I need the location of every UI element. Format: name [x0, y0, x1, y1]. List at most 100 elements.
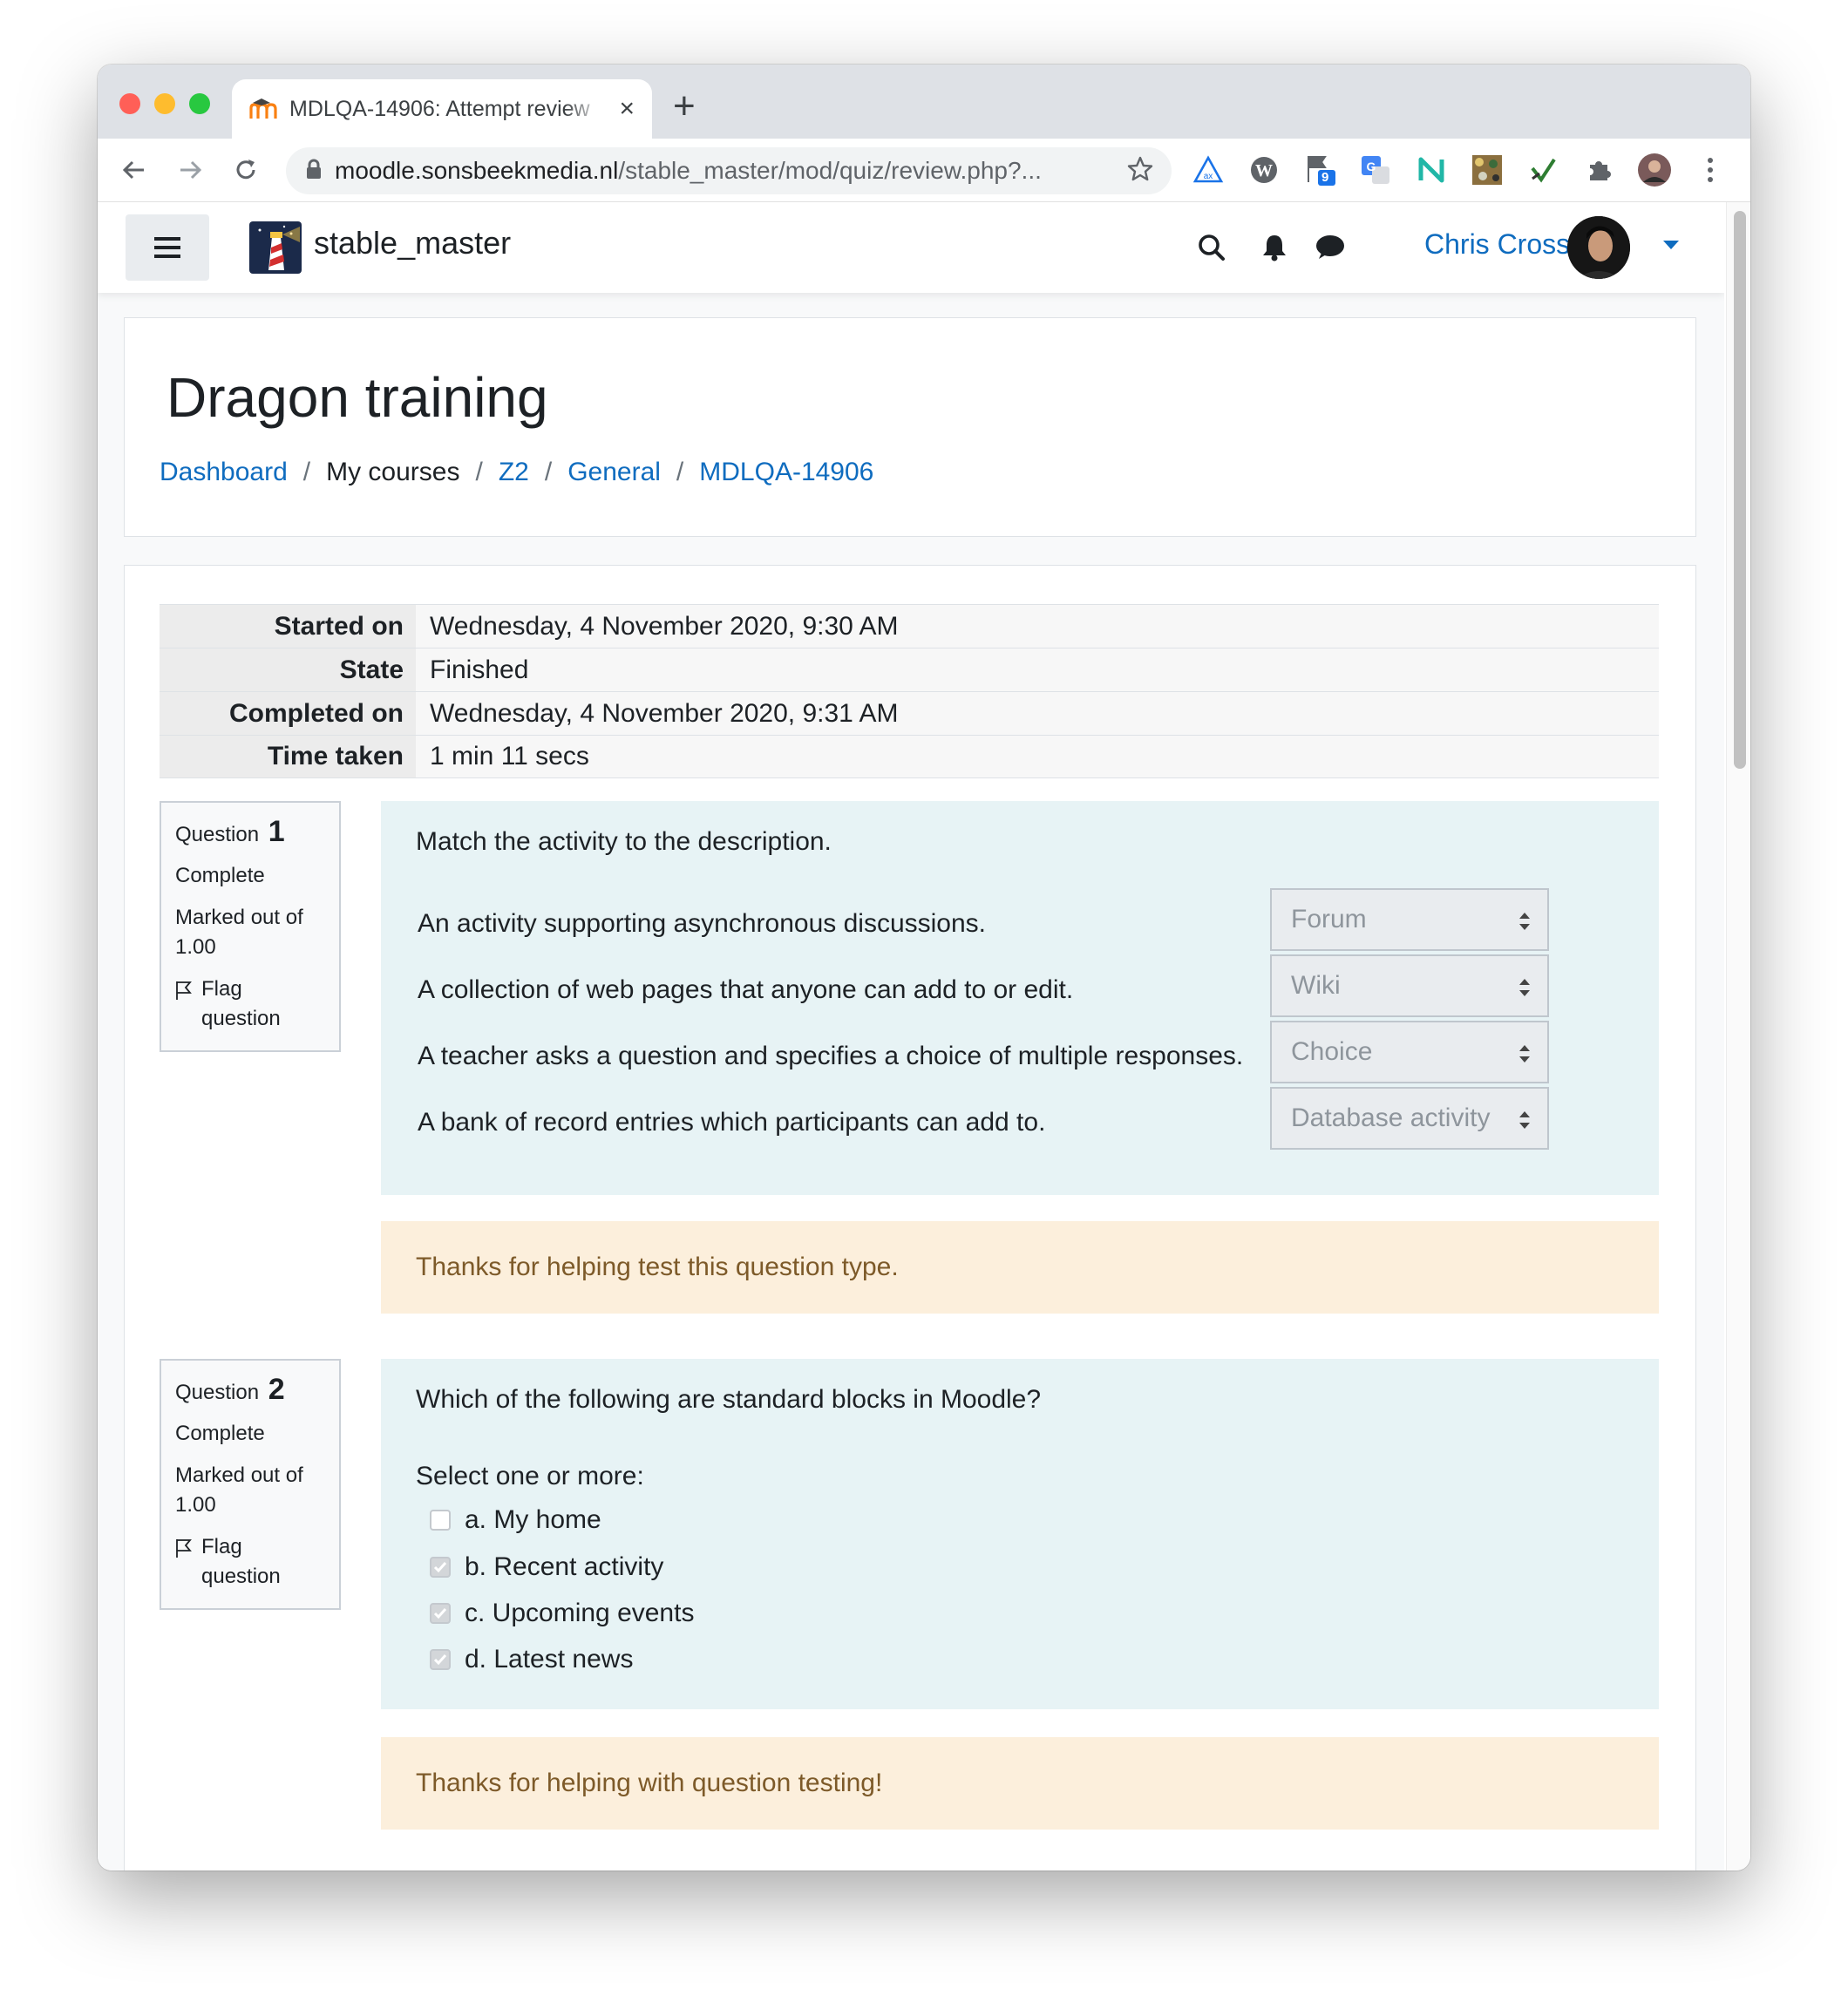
tab-title: MDLQA-14906: Attempt review: [289, 96, 590, 121]
match-stem: A bank of record entries which participa…: [418, 1108, 1046, 1137]
breadcrumb-item-dashboard[interactable]: Dashboard: [160, 458, 288, 487]
browser-toolbar: moodle.sonsbeekmedia.nl/stable_master/mo…: [98, 139, 1750, 202]
forward-arrow-icon[interactable]: [171, 151, 209, 189]
bookmark-star-icon[interactable]: [1126, 155, 1154, 187]
summary-label: State: [160, 648, 416, 691]
question-1-feedback: Thanks for helping test this question ty…: [381, 1221, 1659, 1314]
svg-text:ax: ax: [1204, 172, 1213, 181]
answer-option: b. Recent activity: [430, 1552, 663, 1582]
answer-checkbox[interactable]: [430, 1510, 451, 1531]
moodle-navbar: stable_master Chris Cross: [98, 202, 1724, 293]
extension-badge: 9: [1321, 170, 1329, 185]
question-1-info: Question 1 Complete Marked out of 1.00 F…: [160, 801, 341, 1052]
site-logo[interactable]: [249, 221, 302, 274]
attempt-summary-table: Started on Wednesday, 4 November 2020, 9…: [160, 604, 1659, 778]
summary-value: 1 min 11 secs: [416, 736, 1659, 777]
page-header: Dragon training Dashboard / My courses /…: [124, 317, 1696, 537]
answer-checkbox-checked[interactable]: [430, 1603, 451, 1624]
tab-strip: MDLQA-14906: Attempt review × +: [98, 65, 1750, 139]
question-marks: Marked out of 1.00: [175, 1463, 303, 1517]
user-avatar[interactable]: [1567, 216, 1630, 279]
match-select[interactable]: Database activity: [1270, 1087, 1549, 1150]
wordpress-extension-icon[interactable]: W: [1247, 153, 1281, 187]
course-title: Dragon training: [166, 366, 548, 429]
summary-row: State Finished: [160, 648, 1659, 691]
search-icon[interactable]: [1192, 228, 1231, 267]
messages-chat-icon[interactable]: [1311, 228, 1349, 267]
svg-text:G: G: [1367, 160, 1376, 173]
svg-text:W: W: [1255, 161, 1273, 180]
user-name[interactable]: Chris Cross: [1424, 228, 1570, 261]
summary-value: Wednesday, 4 November 2020, 9:30 AM: [416, 605, 1659, 648]
checkmark-icon: [433, 1608, 447, 1619]
question-1-formulation: Match the activity to the description. A…: [381, 801, 1659, 1195]
address-bar[interactable]: moodle.sonsbeekmedia.nl/stable_master/mo…: [286, 147, 1172, 194]
match-stem: A collection of web pages that anyone ca…: [418, 975, 1074, 1004]
question-text: Match the activity to the description.: [416, 827, 832, 856]
answer-checkbox-checked[interactable]: [430, 1649, 451, 1670]
select-arrows-icon: [1519, 979, 1530, 996]
tab-close-icon[interactable]: ×: [619, 94, 635, 124]
summary-label: Time taken: [160, 736, 416, 777]
match-select[interactable]: Choice: [1270, 1021, 1549, 1083]
user-menu-dropdown-icon[interactable]: [1663, 241, 1679, 249]
breadcrumb-separator: /: [475, 458, 483, 486]
n-extension-icon[interactable]: [1414, 153, 1449, 187]
page-scrollbar[interactable]: [1726, 202, 1750, 1871]
summary-value: Wednesday, 4 November 2020, 9:31 AM: [416, 692, 1659, 735]
answer-checkbox-checked[interactable]: [430, 1557, 451, 1578]
question-marks: Marked out of 1.00: [175, 906, 303, 959]
answer-option: a. My home: [430, 1505, 601, 1535]
flag-icon: [176, 981, 192, 1000]
hamburger-icon: [154, 237, 180, 258]
breadcrumb-item-mdlqa-14906[interactable]: MDLQA-14906: [699, 458, 873, 487]
checkmark-extension-icon[interactable]: [1525, 153, 1560, 187]
new-tab-button[interactable]: +: [673, 85, 696, 127]
minimize-window-button[interactable]: [154, 93, 175, 114]
back-arrow-icon[interactable]: [115, 151, 153, 189]
match-select[interactable]: Forum: [1270, 888, 1549, 951]
notifications-bell-icon[interactable]: [1255, 228, 1294, 267]
profile-avatar-icon[interactable]: [1637, 153, 1672, 187]
breadcrumb-item-z2[interactable]: Z2: [499, 458, 529, 487]
question-2-info: Question 2 Complete Marked out of 1.00 F…: [160, 1359, 341, 1610]
accessibility-extension-icon[interactable]: ax: [1191, 153, 1226, 187]
question-text: Which of the following are standard bloc…: [416, 1385, 1042, 1414]
site-name[interactable]: stable_master: [314, 225, 511, 261]
question-2-formulation: Which of the following are standard bloc…: [381, 1359, 1659, 1709]
flag-question-button[interactable]: Flag question: [175, 1532, 339, 1592]
summary-row: Completed on Wednesday, 4 November 2020,…: [160, 691, 1659, 735]
quiz-review-region: Started on Wednesday, 4 November 2020, 9…: [124, 565, 1696, 1871]
reload-icon[interactable]: [227, 151, 265, 189]
moodle-favicon-icon: [249, 95, 277, 123]
checkmark-icon: [433, 1562, 447, 1573]
match-stem: A teacher asks a question and specifies …: [418, 1042, 1244, 1070]
match-select[interactable]: Wiki: [1270, 954, 1549, 1017]
breadcrumb-separator: /: [302, 458, 311, 486]
url-text: moodle.sonsbeekmedia.nl/stable_master/mo…: [335, 157, 1042, 184]
close-window-button[interactable]: [119, 93, 140, 114]
breadcrumb-separator: /: [676, 458, 684, 486]
select-arrows-icon: [1519, 1045, 1530, 1063]
summary-row: Started on Wednesday, 4 November 2020, 9…: [160, 604, 1659, 648]
browser-tab[interactable]: MDLQA-14906: Attempt review ×: [232, 79, 652, 139]
flag-extension-icon[interactable]: 9: [1302, 153, 1337, 187]
flag-icon: [176, 1539, 192, 1558]
question-state: Complete: [175, 1422, 265, 1445]
puzzle-extensions-icon[interactable]: [1581, 153, 1616, 187]
breadcrumb: Dashboard / My courses / Z2 / General / …: [160, 458, 873, 487]
checkmark-icon: [433, 1654, 447, 1666]
breadcrumb-item-general[interactable]: General: [567, 458, 661, 487]
pattern-extension-icon[interactable]: [1470, 153, 1505, 187]
maximize-window-button[interactable]: [189, 93, 210, 114]
summary-value: Finished: [416, 648, 1659, 691]
menu-toggle-button[interactable]: [126, 214, 209, 281]
scrollbar-thumb[interactable]: [1734, 211, 1746, 769]
browser-menu-icon[interactable]: [1693, 153, 1728, 187]
question-number: Question 1: [175, 815, 285, 848]
summary-label: Started on: [160, 605, 416, 648]
flag-question-button[interactable]: Flag question: [175, 974, 339, 1034]
translate-extension-icon[interactable]: G: [1358, 153, 1393, 187]
answer-option: c. Upcoming events: [430, 1599, 694, 1628]
match-stem: An activity supporting asynchronous disc…: [418, 909, 987, 938]
